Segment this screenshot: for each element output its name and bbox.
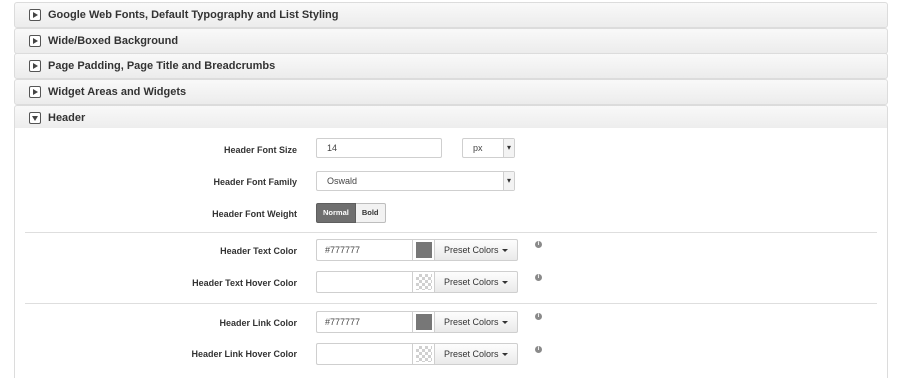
divider (25, 303, 877, 304)
section-google-web-fonts[interactable]: Google Web Fonts, Default Typography and… (14, 2, 888, 28)
chevron-down-icon: ▾ (503, 139, 514, 157)
section-title: Wide/Boxed Background (48, 35, 179, 47)
header-link-hover-color-label: Header Link Hover Color (191, 349, 297, 359)
header-text-color-picker: #777777 Preset Colors (316, 239, 518, 261)
font-weight-bold-button[interactable]: Bold (355, 203, 386, 223)
caret-down-icon (501, 281, 508, 285)
header-font-size-unit-select[interactable]: px ▾ (462, 138, 515, 158)
section-wide-boxed-background[interactable]: Wide/Boxed Background (14, 28, 888, 54)
header-text-color-input[interactable]: #777777 (316, 239, 412, 261)
preset-colors-label: Preset Colors (444, 277, 499, 287)
caret-down-icon (501, 321, 508, 325)
expand-icon (29, 9, 41, 21)
info-icon[interactable]: i (535, 274, 542, 281)
header-link-hover-color-picker: Preset Colors (316, 343, 518, 365)
expand-icon (29, 35, 41, 47)
color-swatch-button[interactable] (412, 239, 434, 261)
divider (25, 232, 877, 233)
section-widget-areas[interactable]: Widget Areas and Widgets (14, 79, 888, 105)
collapse-icon (29, 112, 41, 124)
color-swatch-button[interactable] (412, 311, 434, 333)
section-title: Header (48, 112, 86, 124)
font-family-value: Oswald (327, 176, 358, 186)
caret-down-icon (501, 353, 508, 357)
info-icon[interactable]: i (535, 313, 542, 320)
header-font-family-select[interactable]: Oswald ▾ (316, 171, 515, 191)
header-font-family-label: Header Font Family (213, 177, 297, 187)
header-link-color-input[interactable]: #777777 (316, 311, 412, 333)
expand-icon (29, 86, 41, 98)
header-font-size-input[interactable]: 14 (316, 138, 442, 158)
section-page-padding[interactable]: Page Padding, Page Title and Breadcrumbs (14, 53, 888, 79)
preset-colors-button[interactable]: Preset Colors (434, 271, 518, 293)
section-title: Page Padding, Page Title and Breadcrumbs (48, 60, 276, 72)
section-title: Widget Areas and Widgets (48, 86, 187, 98)
preset-colors-label: Preset Colors (444, 245, 499, 255)
preset-colors-button[interactable]: Preset Colors (434, 239, 518, 261)
preset-colors-button[interactable]: Preset Colors (434, 311, 518, 333)
header-link-hover-color-input[interactable] (316, 343, 412, 365)
color-swatch (415, 242, 432, 258)
header-font-weight-toggle: Normal Bold (316, 203, 386, 223)
preset-colors-button[interactable]: Preset Colors (434, 343, 518, 365)
section-title: Google Web Fonts, Default Typography and… (48, 9, 339, 21)
preset-colors-label: Preset Colors (444, 317, 499, 327)
header-link-color-label: Header Link Color (219, 318, 297, 328)
info-icon[interactable]: i (535, 346, 542, 353)
header-text-hover-color-picker: Preset Colors (316, 271, 518, 293)
header-section-panel: Header Font Size 14 px ▾ Header Font Fam… (14, 128, 888, 378)
info-icon[interactable]: i (535, 241, 542, 248)
caret-down-icon (501, 249, 508, 253)
color-swatch-button[interactable] (412, 343, 434, 365)
header-text-hover-color-input[interactable] (316, 271, 412, 293)
header-text-color-label: Header Text Color (220, 246, 297, 256)
color-swatch-button[interactable] (412, 271, 434, 293)
header-link-color-picker: #777777 Preset Colors (316, 311, 518, 333)
preset-colors-label: Preset Colors (444, 349, 499, 359)
font-weight-normal-button[interactable]: Normal (316, 203, 356, 223)
header-font-size-label: Header Font Size (223, 145, 297, 155)
expand-icon (29, 60, 41, 72)
unit-value: px (473, 143, 483, 153)
transparent-swatch (415, 274, 432, 290)
transparent-swatch (415, 346, 432, 362)
header-text-hover-color-label: Header Text Hover Color (192, 278, 297, 288)
header-font-weight-label: Header Font Weight (212, 209, 297, 219)
color-swatch (415, 314, 432, 330)
chevron-down-icon: ▾ (503, 172, 514, 190)
